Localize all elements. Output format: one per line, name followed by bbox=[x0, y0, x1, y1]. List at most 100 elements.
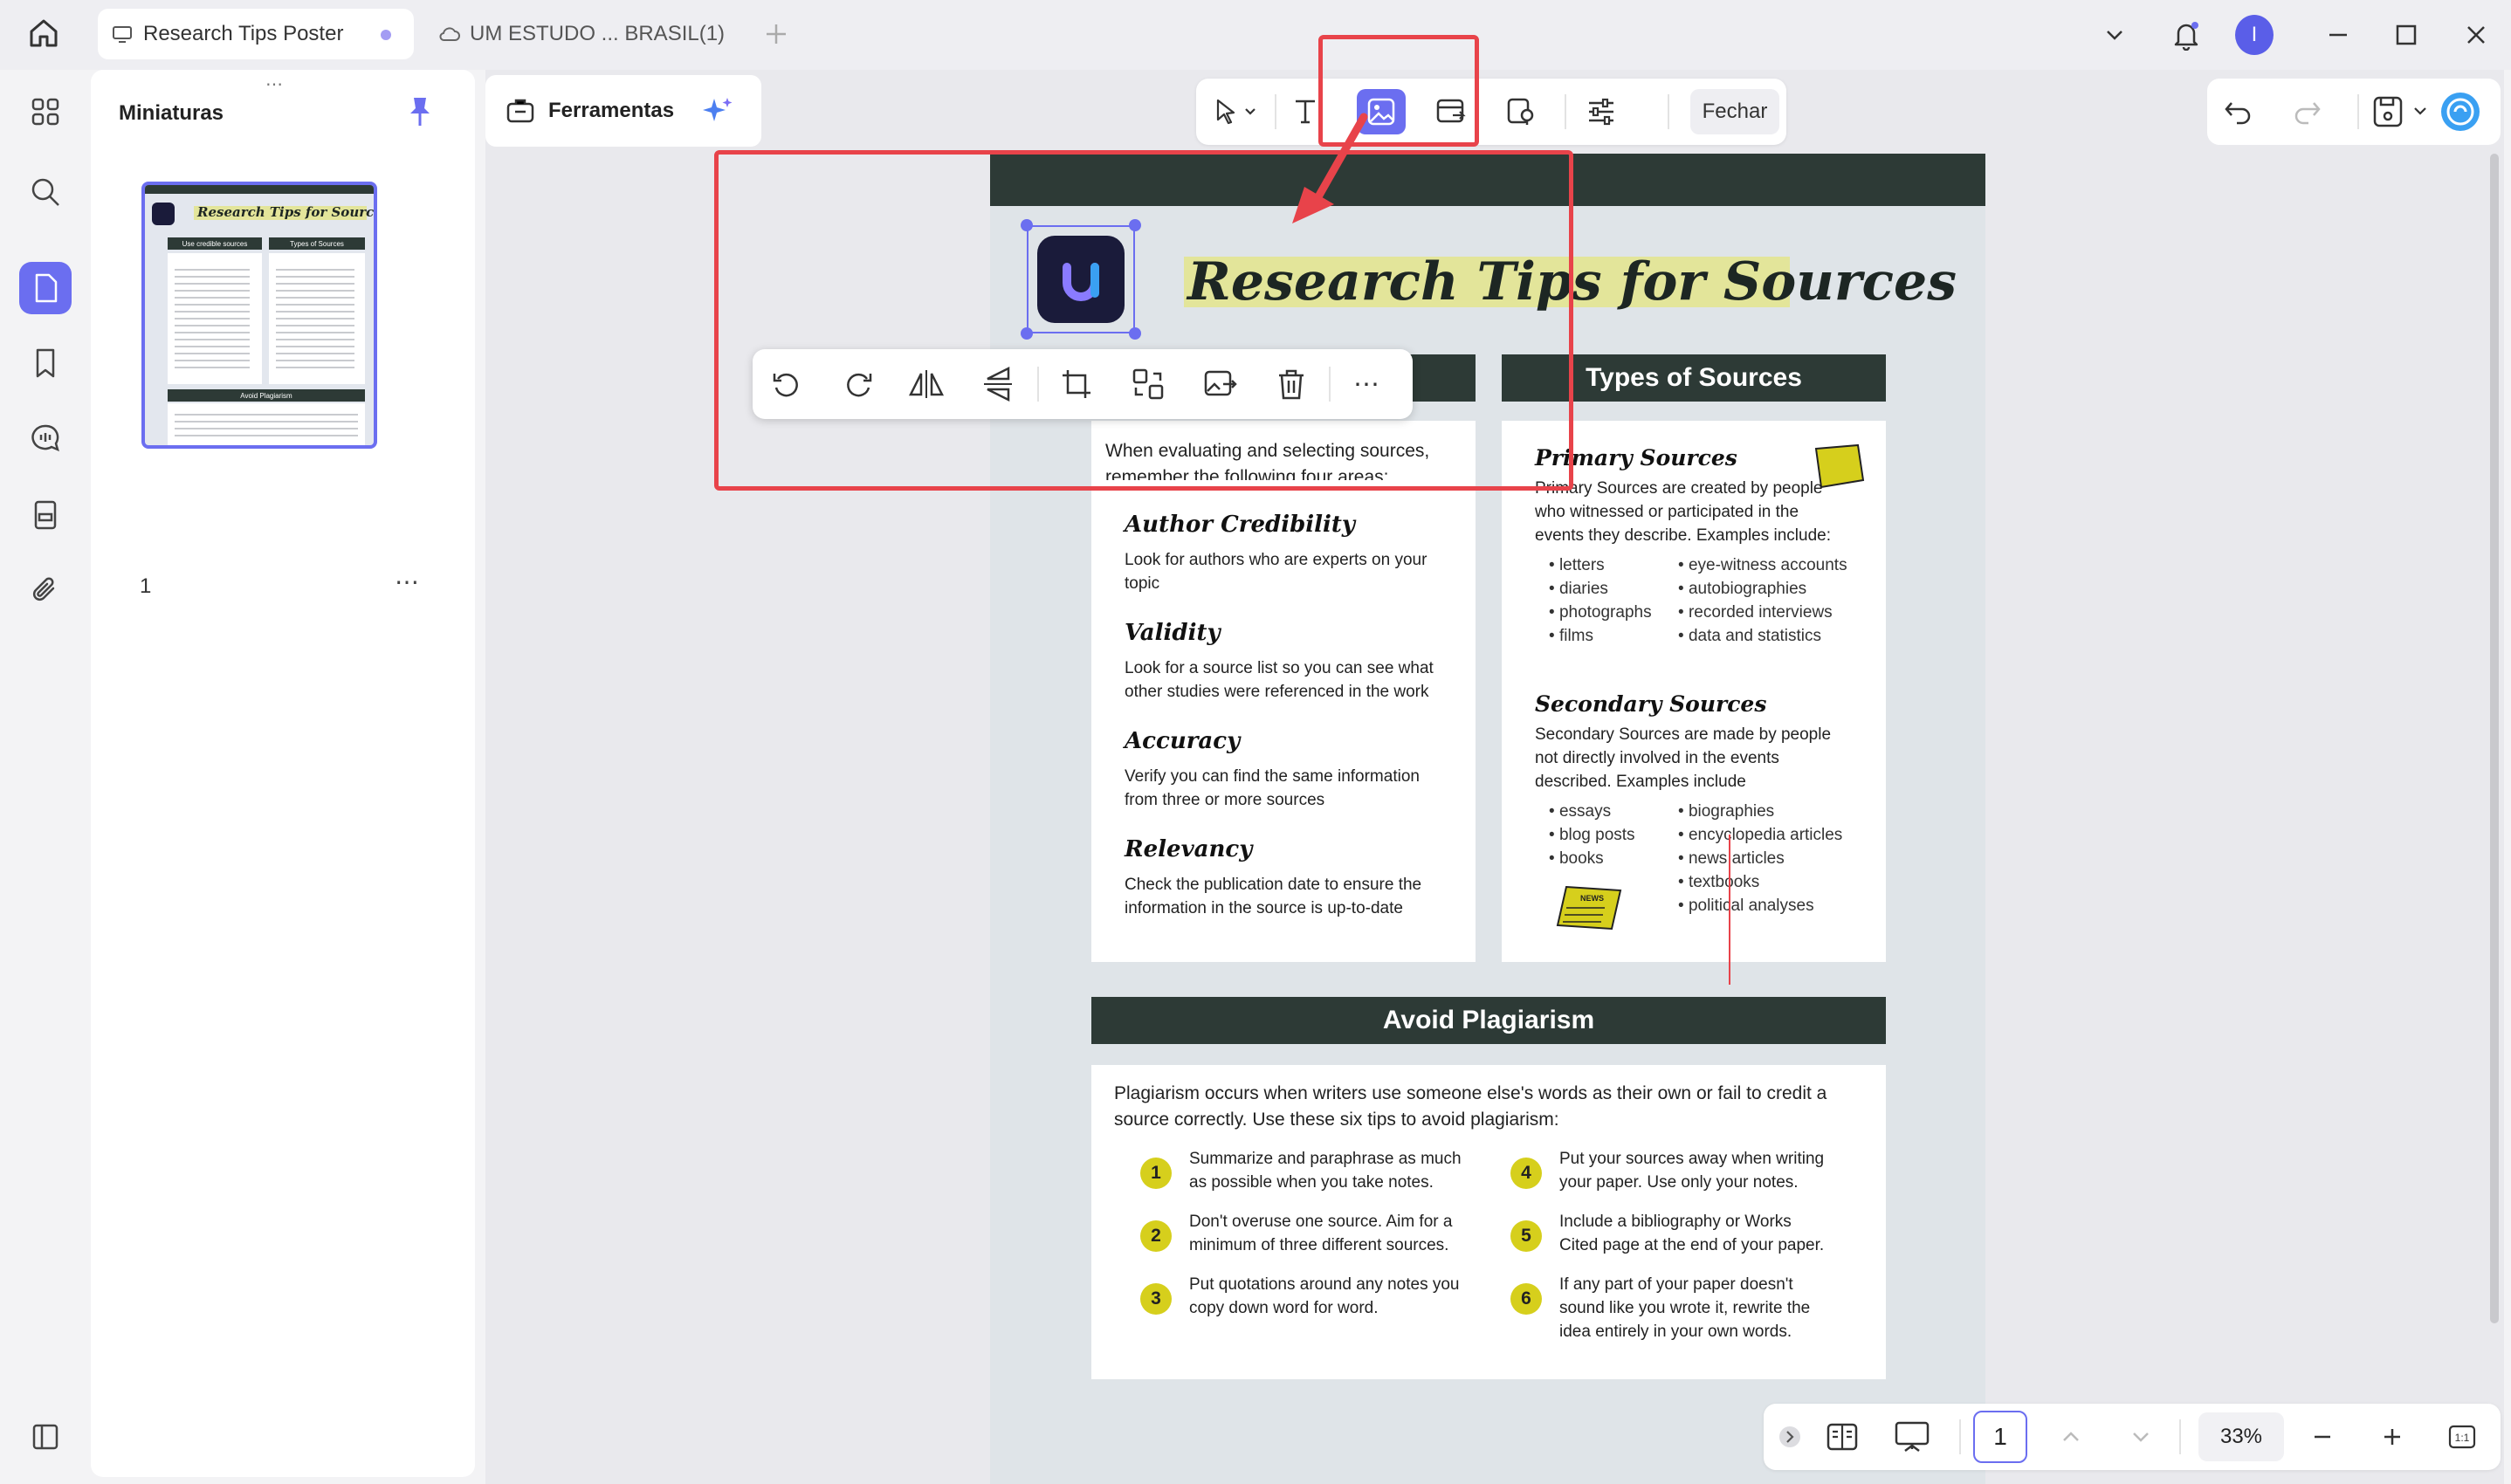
thumb-logo bbox=[152, 203, 175, 225]
tip-text: Put quotations around any notes you bbox=[1189, 1275, 1460, 1294]
tip-number: 4 bbox=[1510, 1158, 1542, 1189]
plagiarism-intro: Plagiarism occurs when writers use someo… bbox=[1114, 1083, 1827, 1103]
news-label: NEWS bbox=[1580, 894, 1604, 903]
secondary-text: Secondary Sources are made by people bbox=[1535, 725, 1832, 744]
list-item: essays bbox=[1549, 800, 1635, 823]
ai-assistant-icon[interactable] bbox=[2436, 87, 2485, 136]
list-item: encyclopedia articles bbox=[1678, 823, 1842, 847]
zoom-level[interactable]: 33% bbox=[2198, 1412, 2284, 1461]
drag-handle-icon[interactable]: ⋯ bbox=[265, 73, 285, 95]
secondary-list-1: essays blog posts books bbox=[1549, 800, 1635, 870]
area-text: information in the source is up-to-date bbox=[1125, 899, 1403, 917]
bookmark-icon[interactable] bbox=[19, 337, 72, 389]
close-edit-button[interactable]: Fechar bbox=[1690, 89, 1779, 134]
tip-text: If any part of your paper doesn't bbox=[1559, 1275, 1793, 1294]
secondary-text: described. Examples include bbox=[1535, 773, 1746, 791]
attachment-icon[interactable] bbox=[19, 564, 72, 616]
secondary-text: not directly involved in the events bbox=[1535, 749, 1779, 767]
cloud-icon bbox=[438, 24, 460, 45]
comment-icon[interactable] bbox=[19, 412, 72, 464]
tab-um-estudo[interactable]: UM ESTUDO ... BRASIL(1) bbox=[424, 9, 739, 59]
more-icon[interactable]: ⋯ bbox=[395, 567, 420, 596]
plagiarism-intro: source correctly. Use these six tips to … bbox=[1114, 1110, 1559, 1130]
list-item: biographies bbox=[1678, 800, 1842, 823]
area-text: from three or more sources bbox=[1125, 791, 1325, 809]
presentation-icon[interactable] bbox=[1889, 1414, 1935, 1460]
vertical-scrollbar[interactable] bbox=[2490, 154, 2499, 1323]
avatar-letter: I bbox=[2235, 15, 2274, 55]
tip-text: idea entirely in your own words. bbox=[1559, 1323, 1792, 1341]
bell-icon[interactable] bbox=[2167, 16, 2205, 54]
area-title: Author Credibility bbox=[1125, 512, 1355, 538]
right-toolbar bbox=[2207, 79, 2501, 145]
search-icon[interactable] bbox=[19, 166, 72, 218]
list-item: political analyses bbox=[1678, 894, 1842, 917]
properties-tool[interactable] bbox=[1577, 89, 1626, 134]
pin-icon[interactable] bbox=[405, 94, 435, 129]
thumb-title: Research Tips for Sources bbox=[197, 204, 377, 220]
page-input[interactable]: 1 bbox=[1973, 1411, 2027, 1463]
svg-text:1:1: 1:1 bbox=[2455, 1432, 2470, 1444]
thumb-right-header: Types of Sources bbox=[269, 237, 365, 250]
avatar[interactable]: I bbox=[2235, 15, 2274, 55]
list-item: diaries bbox=[1549, 577, 1652, 601]
toolbox-icon bbox=[505, 95, 536, 127]
chevron-up-icon[interactable] bbox=[2048, 1414, 2094, 1460]
new-tab-icon[interactable] bbox=[761, 19, 791, 49]
watermark-tool[interactable] bbox=[1496, 89, 1545, 134]
undo-icon[interactable] bbox=[2219, 93, 2258, 131]
title-bar: Research Tips Poster UM ESTUDO ... BRASI… bbox=[0, 0, 2511, 70]
tab-research-tips[interactable]: Research Tips Poster bbox=[98, 9, 414, 59]
ai-sparkle-icon[interactable] bbox=[700, 93, 735, 128]
tip-text: copy down word for word. bbox=[1189, 1299, 1379, 1317]
close-window-icon[interactable] bbox=[2457, 16, 2495, 54]
tip-text: Don't overuse one source. Aim for a bbox=[1189, 1213, 1453, 1231]
list-item: letters bbox=[1549, 553, 1652, 577]
tab-label: UM ESTUDO ... BRASIL(1) bbox=[470, 22, 726, 45]
minimize-icon[interactable] bbox=[2319, 16, 2357, 54]
chevron-down-icon[interactable] bbox=[2095, 16, 2134, 54]
actual-size-icon[interactable]: 1:1 bbox=[2439, 1414, 2485, 1460]
tip-text: Cited page at the end of your paper. bbox=[1559, 1236, 1825, 1254]
newspaper-icon: NEWS bbox=[1554, 883, 1624, 932]
collapse-icon[interactable] bbox=[1767, 1414, 1813, 1460]
page-number-label: 1 bbox=[140, 574, 152, 598]
tab-label: Research Tips Poster bbox=[143, 22, 344, 45]
redo-icon[interactable] bbox=[2287, 93, 2326, 131]
list-item: blog posts bbox=[1549, 823, 1635, 847]
tip-text: as possible when you take notes. bbox=[1189, 1173, 1434, 1192]
maximize-icon[interactable] bbox=[2387, 16, 2425, 54]
area-text: Verify you can find the same information bbox=[1125, 767, 1420, 786]
page-thumbnails-icon[interactable] bbox=[19, 262, 72, 314]
page-layout-icon[interactable] bbox=[1820, 1414, 1865, 1460]
area-title: Validity bbox=[1125, 620, 1221, 646]
page-thumbnail[interactable]: Research Tips for Sources Use credible s… bbox=[141, 182, 377, 449]
bottom-toolbar: 1 33% 1:1 bbox=[1764, 1404, 2501, 1470]
primary-text: events they describe. Examples include: bbox=[1535, 526, 1832, 545]
secondary-list-2: biographies encyclopedia articles news a… bbox=[1678, 800, 1842, 917]
list-item: textbooks bbox=[1678, 870, 1842, 894]
thumb-left-header: Use credible sources bbox=[168, 237, 262, 250]
annotation-box-selection bbox=[714, 150, 1573, 491]
sources-card: Primary Sources Primary Sources are crea… bbox=[1502, 421, 1886, 962]
list-item: recorded interviews bbox=[1678, 601, 1847, 624]
area-text: topic bbox=[1125, 574, 1160, 593]
tools-label: Ferramentas bbox=[548, 99, 675, 122]
primary-list-2: eye-witness accounts autobiographies rec… bbox=[1678, 553, 1847, 648]
zoom-out-icon[interactable] bbox=[2300, 1414, 2345, 1460]
grid-icon[interactable] bbox=[19, 86, 72, 138]
area-title: Accuracy bbox=[1125, 728, 1241, 754]
thumbnails-panel: ⋯ Miniaturas Research Tips for Sources U… bbox=[91, 70, 475, 1477]
primary-text: who witnessed or participated in the bbox=[1535, 503, 1799, 521]
home-icon[interactable] bbox=[26, 16, 61, 51]
tools-button[interactable]: Ferramentas bbox=[485, 75, 761, 147]
annotation-arrow bbox=[1287, 110, 1374, 232]
tip-text: Include a bibliography or Works bbox=[1559, 1213, 1792, 1231]
zoom-in-icon[interactable] bbox=[2370, 1414, 2415, 1460]
sidebar-toggle-icon[interactable] bbox=[19, 1411, 72, 1463]
select-tool[interactable] bbox=[1205, 89, 1266, 134]
save-icon[interactable] bbox=[2370, 93, 2434, 131]
form-icon[interactable] bbox=[19, 489, 72, 541]
unsaved-dot bbox=[381, 30, 391, 40]
chevron-down-icon[interactable] bbox=[2118, 1414, 2164, 1460]
